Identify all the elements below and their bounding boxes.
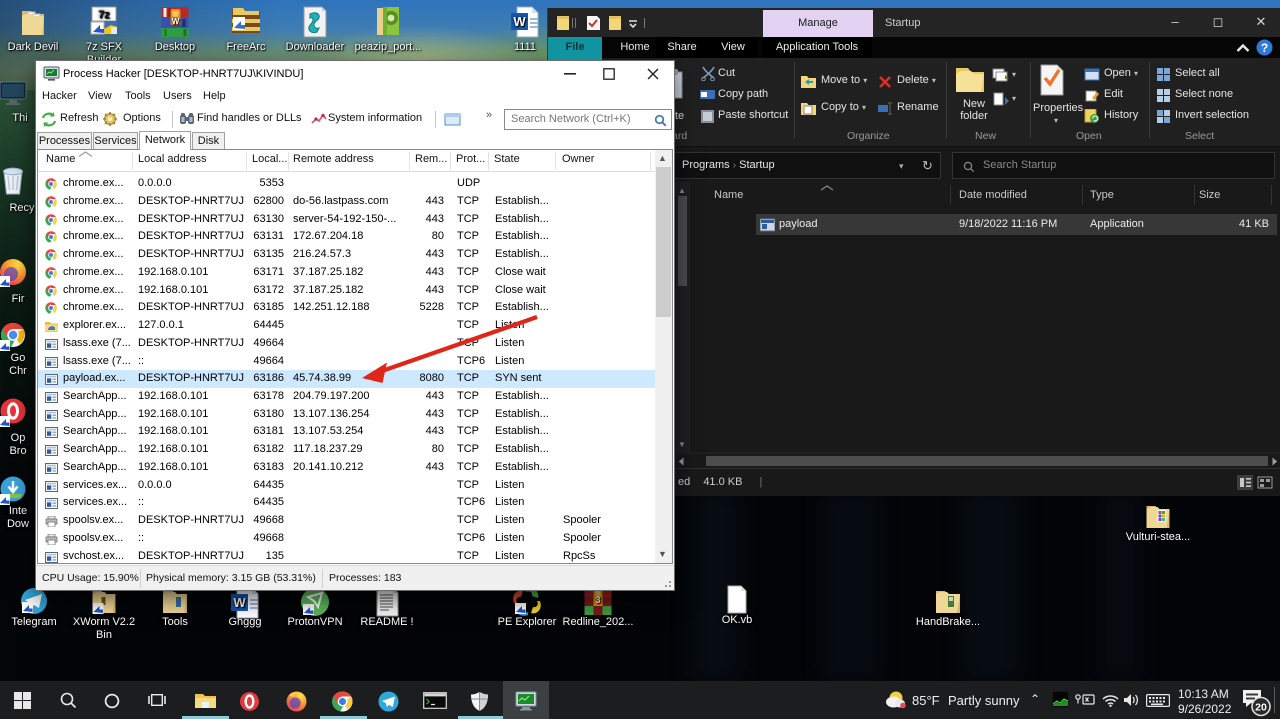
svg-text:W: W: [172, 17, 180, 26]
svg-text:20: 20: [1255, 702, 1267, 714]
svg-text:W: W: [513, 14, 526, 29]
svg-text:?: ?: [1261, 41, 1268, 55]
svg-text:7z: 7z: [98, 9, 110, 21]
svg-text:W: W: [233, 595, 246, 610]
svg-text:3: 3: [595, 595, 600, 605]
